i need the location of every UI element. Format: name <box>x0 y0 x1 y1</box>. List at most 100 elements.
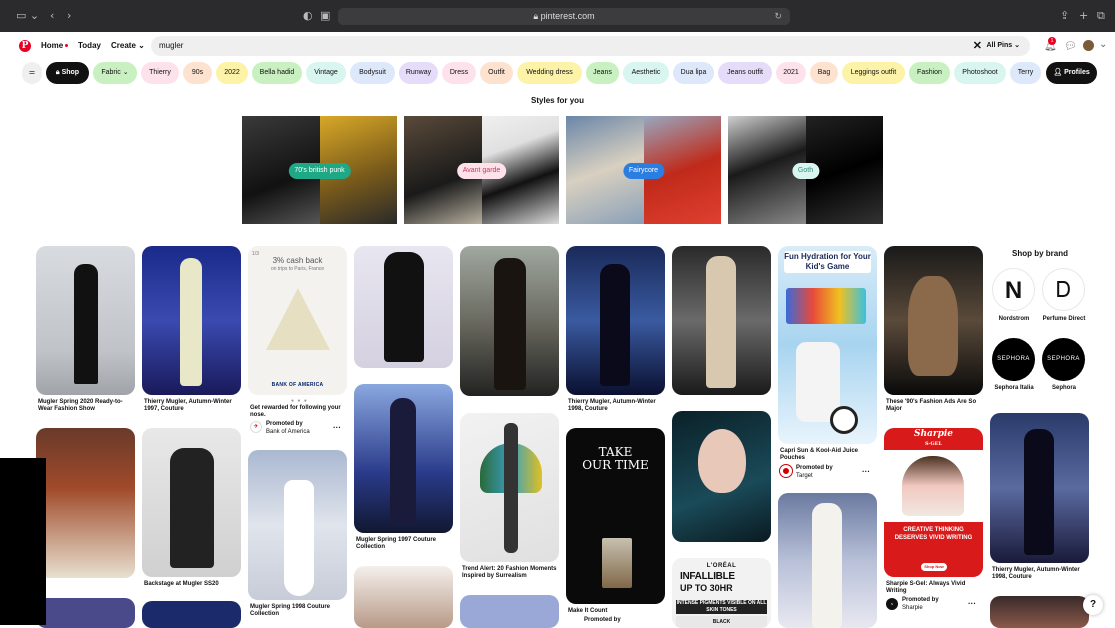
more-options-icon[interactable]: ··· <box>968 599 976 608</box>
avatar[interactable] <box>1083 40 1094 51</box>
brand-name[interactable]: Perfume Direct <box>1034 316 1094 323</box>
ad-bank-of-america[interactable]: 1/3 3% cash back on trips to Paris, Fran… <box>248 246 347 395</box>
reader-icon[interactable]: ▣ <box>320 9 330 22</box>
chip-photoshoot[interactable]: Photoshoot <box>954 62 1006 84</box>
style-card-avant-garde[interactable]: Avant garde <box>404 116 559 224</box>
pin-image[interactable] <box>990 413 1089 563</box>
new-tab-icon[interactable]: + <box>1079 9 1088 22</box>
pin-title[interactable]: Mugler Spring 1998 Couture Collection <box>250 604 346 618</box>
help-button[interactable]: ? <box>1083 595 1103 615</box>
pin-title[interactable]: Thierry Mugler, Autumn-Winter 1998, Cout… <box>568 399 664 413</box>
pin-image[interactable] <box>142 601 241 628</box>
pin-image[interactable] <box>36 598 135 628</box>
chip-dua-lipa[interactable]: Dua lipa <box>673 62 714 84</box>
filters-icon[interactable]: ⚌ <box>22 62 42 84</box>
chip-fabric[interactable]: Fabric ⌄ <box>93 62 137 84</box>
pin-title[interactable]: Get rewarded for following your nose. <box>250 405 346 419</box>
chip-bella-hadid[interactable]: Bella hadid <box>252 62 302 84</box>
more-options-icon[interactable]: ··· <box>333 423 341 432</box>
pin-title[interactable]: Make It Count <box>568 608 664 615</box>
pin-image[interactable] <box>354 566 453 628</box>
chip-leggings-outfit[interactable]: Leggings outfit <box>842 62 905 84</box>
sephora-italia-logo[interactable]: SEPHORA <box>992 338 1035 381</box>
pin-image[interactable] <box>354 384 453 533</box>
nav-home[interactable]: Home <box>41 41 69 50</box>
tabs-overview-icon[interactable]: ⧉ <box>1097 9 1105 23</box>
sidebar-icon[interactable]: ▭ ⌄ <box>16 9 39 22</box>
chip-90s[interactable]: 90s <box>183 62 212 84</box>
chip-bodysuit[interactable]: Bodysuit <box>350 62 395 84</box>
address-bar[interactable]: 🔒︎ pinterest.com ↻ <box>338 8 790 25</box>
chip-terry[interactable]: Terry <box>1010 62 1041 84</box>
sephora-logo[interactable]: SEPHORA <box>1042 338 1085 381</box>
pin-image[interactable] <box>990 596 1089 628</box>
back-icon[interactable]: ‹ <box>50 9 54 22</box>
messages-icon[interactable]: 💬︎ <box>1064 41 1077 52</box>
advertiser-name[interactable]: Sharpie <box>902 605 923 612</box>
pin-image[interactable] <box>36 246 135 395</box>
style-card-fairycore[interactable]: Fairycore <box>566 116 721 224</box>
chip-bag[interactable]: Bag <box>810 62 838 84</box>
pin-title[interactable]: Thierry Mugler, Autumn-Winter 1998, Cout… <box>992 567 1088 581</box>
pin-title[interactable]: Backstage at Mugler SS20 <box>144 581 240 588</box>
advertiser-name[interactable]: Bank of America <box>266 429 310 436</box>
pin-title[interactable]: Trend Alert: 20 Fashion Moments Inspired… <box>462 566 558 580</box>
chip-thierry[interactable]: Thierry <box>141 62 179 84</box>
chip-2021[interactable]: 2021 <box>776 62 806 84</box>
pin-image[interactable] <box>778 493 877 628</box>
pin-title[interactable]: Mugler Spring 2020 Ready-to-Wear Fashion… <box>38 399 134 413</box>
chip-shop[interactable]: 🔒︎ Shop <box>46 62 89 84</box>
clear-search-icon[interactable]: ✕ <box>973 36 982 56</box>
shield-icon[interactable]: ◐ <box>303 9 313 22</box>
style-card-goth[interactable]: Goth <box>728 116 883 224</box>
pin-title[interactable]: Mugler Spring 1997 Couture Collection <box>356 537 452 551</box>
chip-fashion[interactable]: Fashion <box>909 62 950 84</box>
search-scope-select[interactable]: All Pins ⌄ <box>987 36 1021 56</box>
pin-image[interactable]: TAKE OUR TIME <box>566 428 665 604</box>
chip-aesthetic[interactable]: Aesthetic <box>623 62 669 84</box>
pin-image[interactable] <box>142 428 241 577</box>
reload-icon[interactable]: ↻ <box>774 8 782 25</box>
nordstrom-logo[interactable]: N <box>992 268 1035 311</box>
pin-title[interactable]: Sharpie S-Gel: Always Vivid Writing <box>886 581 982 595</box>
chip-outfit[interactable]: Outfit <box>480 62 513 84</box>
pin-image[interactable] <box>672 411 771 542</box>
nav-today[interactable]: Today <box>78 41 101 50</box>
ad-sharpie[interactable]: Sharpie S·GEL CREATIVE THINKING DESERVES … <box>884 428 983 577</box>
chip-jeans-outfit[interactable]: Jeans outfit <box>718 62 772 84</box>
nav-create[interactable]: Create ⌄ <box>111 41 145 50</box>
chip-jeans[interactable]: Jeans <box>586 62 619 84</box>
share-icon[interactable]: ⇪ <box>1060 9 1069 22</box>
pin-image[interactable] <box>672 246 771 395</box>
pin-image[interactable] <box>248 450 347 600</box>
chip-dress[interactable]: Dress <box>442 62 476 84</box>
pin-image[interactable] <box>566 246 665 395</box>
pin-image[interactable] <box>142 246 241 395</box>
pinterest-logo[interactable]: P <box>19 40 31 52</box>
video-overlay[interactable] <box>0 458 46 625</box>
search-input[interactable]: mugler ✕ All Pins ⌄ <box>151 36 1030 56</box>
brand-name[interactable]: Sephora <box>1034 385 1094 392</box>
chip-wedding-dress[interactable]: Wedding dress <box>517 62 582 84</box>
pin-image[interactable] <box>884 246 983 395</box>
pin-title[interactable]: These '90's Fashion Ads Are So Major <box>886 399 982 413</box>
chip-2022[interactable]: 2022 <box>216 62 248 84</box>
pin-image[interactable] <box>460 246 559 396</box>
chip-runway[interactable]: Runway <box>399 62 438 84</box>
pin-image[interactable] <box>460 413 559 562</box>
pin-title[interactable]: Thierry Mugler, Autumn-Winter 1997, Cout… <box>144 399 240 413</box>
pin-title[interactable]: Capri Sun & Kool-Aid Juice Pouches <box>780 448 876 462</box>
chip-vintage[interactable]: Vintage <box>306 62 346 84</box>
pin-image[interactable] <box>36 428 135 578</box>
ad-loreal[interactable]: L'ORÉAL INFALLIBLE UP TO 30HR INTENSE PI… <box>672 558 771 628</box>
more-options-icon[interactable]: ··· <box>862 467 870 476</box>
account-chevron-icon[interactable]: ⌄ <box>1099 39 1107 50</box>
pin-image[interactable] <box>354 246 453 368</box>
ad-capri-sun[interactable]: Fun Hydration for Your Kid's Game <box>778 246 877 444</box>
perfume-direct-logo[interactable]: Ꭰ <box>1042 268 1085 311</box>
forward-icon[interactable]: › <box>67 9 71 22</box>
style-card-punk[interactable]: 70's british punk <box>242 116 397 224</box>
carousel-dots[interactable]: ● ● ● <box>291 398 308 404</box>
advertiser-name[interactable]: Target <box>796 473 813 480</box>
chip-profiles[interactable]: 👤︎ Profiles <box>1046 62 1097 84</box>
